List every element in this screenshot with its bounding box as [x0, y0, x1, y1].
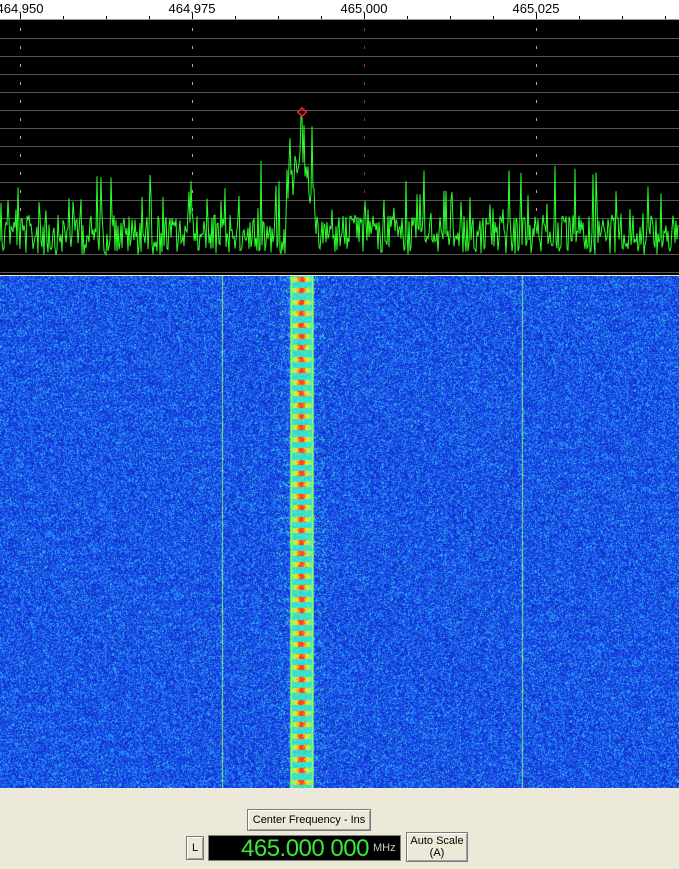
lock-button[interactable]: L [186, 836, 204, 860]
spectrum-trace [0, 114, 679, 257]
axis-tick-mark [20, 13, 21, 19]
frequency-value: 465.000 000 [241, 835, 369, 862]
peak-marker-icon [296, 106, 308, 118]
axis-tick-mark [493, 16, 494, 19]
spectrum-display[interactable] [0, 20, 679, 275]
axis-tick-mark [278, 16, 279, 19]
frequency-display[interactable]: 465.000 000 MHz [208, 835, 401, 862]
axis-tick-mark [192, 13, 193, 19]
center-frequency-button[interactable]: Center Frequency - Ins [247, 809, 371, 831]
frequency-unit: MHz [373, 842, 396, 854]
waterfall-display[interactable] [0, 276, 679, 788]
auto-scale-button[interactable]: Auto Scale (A) [406, 832, 468, 862]
control-panel: Center Frequency - Ins L 465.000 000 MHz… [0, 788, 679, 869]
auto-scale-shortcut: (A) [429, 847, 445, 859]
axis-tick-mark [149, 16, 150, 19]
axis-tick-mark [622, 16, 623, 19]
axis-tick-mark [407, 16, 408, 19]
frequency-axis: 464.950 464.975 465.000 465.025 [0, 0, 679, 20]
auto-scale-label: Auto Scale [410, 835, 464, 847]
axis-tick-mark [106, 16, 107, 19]
axis-tick-mark [665, 16, 666, 19]
axis-tick-mark [364, 13, 365, 19]
spectrum-plot [0, 28, 679, 273]
axis-tick-mark [63, 16, 64, 19]
waterfall-canvas [0, 276, 679, 788]
axis-tick-mark [579, 16, 580, 19]
axis-tick-mark [235, 16, 236, 19]
axis-tick-mark [321, 16, 322, 19]
axis-tick-label: 464.950 [0, 1, 44, 16]
axis-tick-mark [536, 13, 537, 19]
axis-tick-mark [450, 16, 451, 19]
